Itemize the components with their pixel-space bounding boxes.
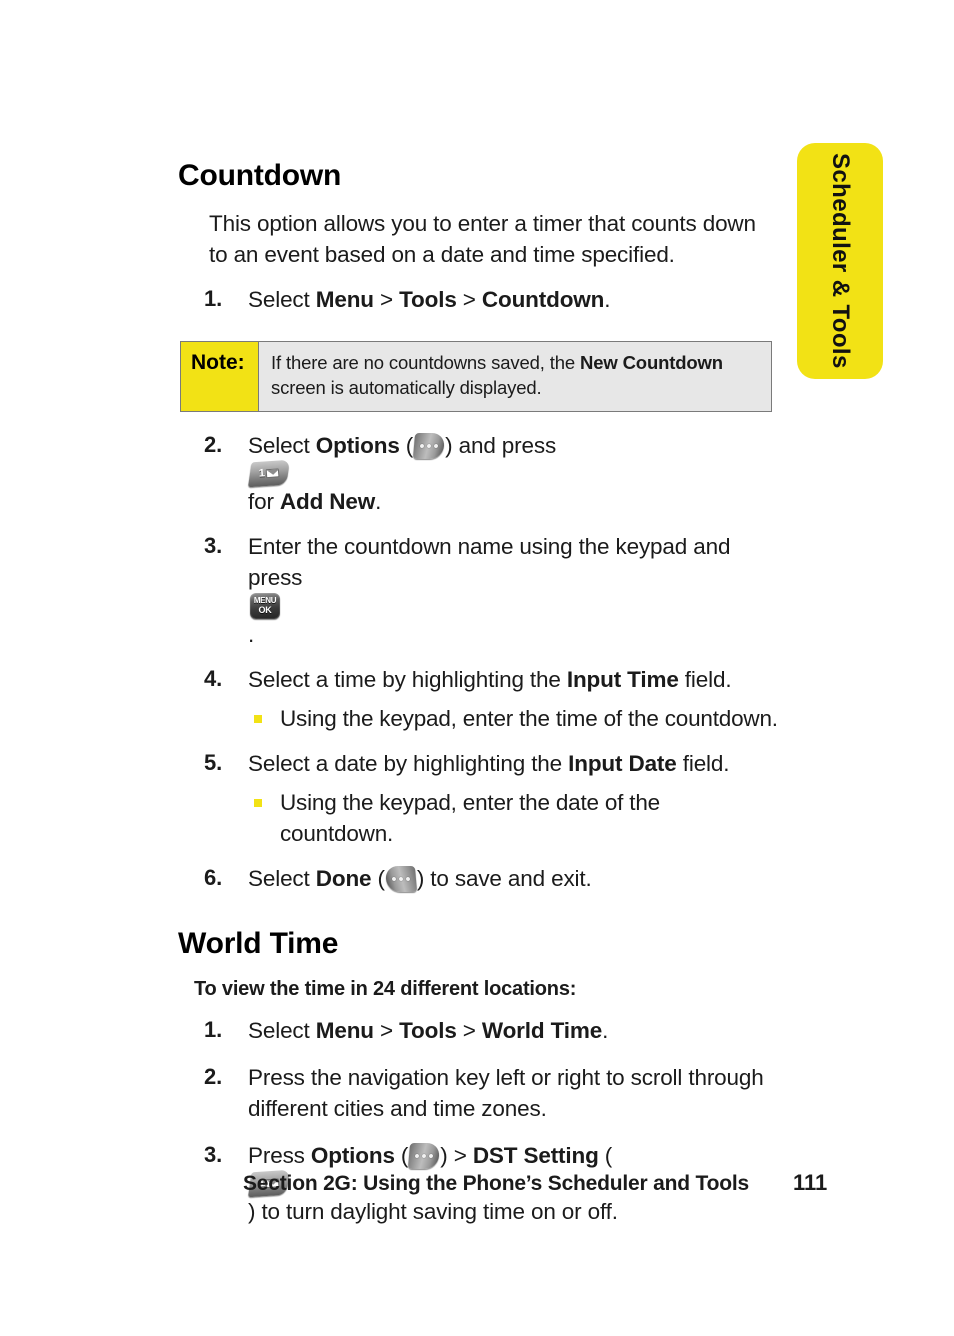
step-number: 1. <box>204 1016 223 1042</box>
heading-world-time: World Time <box>178 927 339 961</box>
section-thumb-tab: Scheduler & Tools <box>797 143 883 379</box>
step-separator: > <box>456 1017 482 1043</box>
menu-ok-top-label: MENU <box>253 595 277 605</box>
footer-section-title: Section 2G: Using the Phone’s Scheduler … <box>243 1172 749 1195</box>
step-text: Press <box>248 1142 311 1168</box>
step-text-lead: Select <box>248 1017 316 1043</box>
yellow-square-bullet-icon <box>254 798 262 807</box>
list-item: Using the keypad, enter the date of the … <box>248 787 778 849</box>
step-bold-menu: Menu <box>315 1017 374 1043</box>
step-bold-target: Countdown <box>481 286 605 312</box>
step-separator: > <box>373 286 400 312</box>
step-text: ) and press <box>445 432 557 458</box>
step-text: Enter the countdown name using the keypa… <box>248 533 731 590</box>
world-time-lead: To view the time in 24 different locatio… <box>194 977 577 1000</box>
note-text-before: If there are no countdowns saved, the <box>271 351 580 373</box>
sub-bullet-text: Using the keypad, enter the date of the … <box>280 789 660 846</box>
step-text: ) to save and exit. <box>416 866 592 892</box>
list-item: 1. Select Menu > Tools > World Time. <box>178 1015 778 1046</box>
step-bold-dst: DST Setting <box>472 1142 599 1168</box>
step-text: Select <box>248 432 316 458</box>
right-softkey-icon <box>408 1142 441 1169</box>
list-item: 3. Enter the countdown name using the key… <box>178 531 778 650</box>
step-text: ( <box>371 866 386 892</box>
step-number: 2. <box>204 431 223 457</box>
note-body: If there are no countdowns saved, the Ne… <box>259 342 771 411</box>
envelope-icon <box>266 467 280 478</box>
step-number: 6. <box>204 865 223 891</box>
step-text: . <box>375 488 382 514</box>
list-item: 1. Select Menu > Tools > Countdown. <box>178 284 778 315</box>
step-bold-tools: Tools <box>399 1017 457 1043</box>
step-number: 4. <box>204 665 223 691</box>
step-bold-addnew: Add New <box>279 488 376 514</box>
step-number: 3. <box>204 1141 223 1167</box>
sub-bullet-list: Using the keypad, enter the date of the … <box>248 787 778 849</box>
note-text-after: screen is automatically displayed. <box>271 376 542 398</box>
step-text: field. <box>676 750 730 776</box>
step-text: ) > <box>440 1142 473 1168</box>
step-text: Select a time by highlighting the <box>248 666 567 692</box>
right-softkey-icon <box>413 432 446 459</box>
step-text: . <box>248 621 255 647</box>
footer-page-number: 111 <box>792 1170 828 1195</box>
note-text-bold: New Countdown <box>580 351 723 373</box>
step-number: 3. <box>204 532 223 558</box>
countdown-steps-part1: 1. Select Menu > Tools > Countdown. <box>178 284 778 315</box>
step-bold-menu: Menu <box>315 286 374 312</box>
note-box: Note: If there are no countdowns saved, … <box>180 340 772 412</box>
menu-ok-key-icon: MENU OK <box>250 592 280 619</box>
step-text: ) to turn daylight saving time on or off… <box>248 1198 618 1224</box>
list-item: 2. Press the navigation key left or right… <box>178 1062 778 1124</box>
countdown-intro-paragraph: This option allows you to enter a timer … <box>209 210 756 267</box>
step-text: field. <box>678 666 732 692</box>
left-softkey-icon <box>384 866 417 893</box>
list-item: 4. Select a time by highlighting the Inpu… <box>178 664 778 734</box>
step-bold-options: Options <box>315 432 400 458</box>
countdown-steps-part2: 2. Select Options ( ) and press 1 for Add … <box>178 430 778 895</box>
section-thumb-tab-label: Scheduler & Tools <box>827 153 854 369</box>
message-key-icon: 1 <box>247 459 291 487</box>
message-key-digit: 1 <box>257 467 265 480</box>
sub-bullet-list: Using the keypad, enter the time of the … <box>248 703 778 734</box>
page-footer: Section 2G: Using the Phone’s Scheduler … <box>243 1170 843 1196</box>
step-number: 2. <box>204 1063 223 1089</box>
step-text: ( <box>399 432 414 458</box>
step-separator: > <box>373 1017 400 1043</box>
step-text: for <box>248 488 280 514</box>
step-bold-target: World Time <box>481 1017 603 1043</box>
step-bold-field: Input Time <box>566 666 679 692</box>
step-bold-tools: Tools <box>399 286 457 312</box>
list-item: Using the keypad, enter the time of the … <box>248 703 778 734</box>
menu-ok-bottom-label: OK <box>258 604 272 615</box>
step-text: ( <box>394 1142 409 1168</box>
list-item: 6. Select Done ( ) to save and exit. <box>178 863 778 894</box>
step-text-lead: Select <box>248 286 316 312</box>
page-content: Countdown This option allows you to ente… <box>178 0 778 1227</box>
step-bold-field: Input Date <box>568 750 677 776</box>
yellow-square-bullet-icon <box>254 714 262 723</box>
step-number: 5. <box>204 749 223 775</box>
step-text: ( <box>598 1142 613 1168</box>
step-number: 1. <box>204 285 223 311</box>
list-item: 5. Select a date by highlighting the Inpu… <box>178 748 778 849</box>
step-bold-options: Options <box>310 1142 395 1168</box>
list-item: 2. Select Options ( ) and press 1 for Add … <box>178 430 778 517</box>
note-label: Note: <box>181 341 259 411</box>
step-bold-done: Done <box>315 866 372 892</box>
heading-countdown: Countdown <box>178 159 342 192</box>
step-text: Press the navigation key left or right t… <box>248 1064 764 1121</box>
step-separator: > <box>456 286 482 312</box>
step-text-end: . <box>602 1017 609 1043</box>
step-text-end: . <box>604 286 611 312</box>
step-text: Select a date by highlighting the <box>248 750 569 776</box>
sub-bullet-text: Using the keypad, enter the time of the … <box>280 705 778 731</box>
step-text: Select <box>248 866 316 892</box>
